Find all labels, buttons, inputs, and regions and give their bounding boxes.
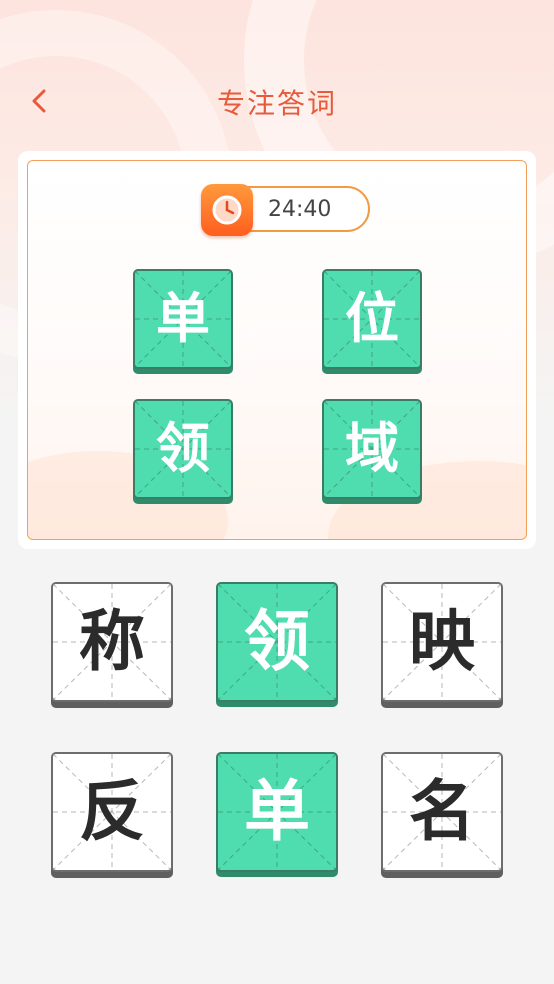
answer-card: 24:40 单 位 领 域 [18,151,536,549]
answer-slot-char: 单 [156,287,210,350]
choice-tile[interactable]: 领 [216,582,338,702]
choice-tile[interactable]: 单 [216,752,338,872]
choice-tile[interactable]: 反 [51,752,173,872]
timer: 24:40 [201,184,370,236]
choice-tile[interactable]: 名 [381,752,503,872]
answer-slot-char: 领 [156,417,210,480]
choice-char: 映 [409,603,475,680]
choice-tile[interactable]: 称 [51,582,173,702]
clock-icon [201,184,253,236]
choice-char: 反 [79,773,145,850]
answer-slot[interactable]: 域 [322,399,422,499]
answer-slot-char: 位 [345,287,399,350]
answer-slot[interactable]: 领 [133,399,233,499]
answer-slot[interactable]: 单 [133,269,233,369]
choice-char: 称 [79,603,145,680]
choice-tile[interactable]: 映 [381,582,503,702]
choice-char: 名 [409,773,475,850]
answer-slot[interactable]: 位 [322,269,422,369]
answer-slot-char: 域 [345,417,399,480]
header: 专注答词 [0,70,554,134]
answer-card-frame: 24:40 单 位 领 域 [27,160,527,540]
timer-value: 24:40 [268,197,332,222]
page-title: 专注答词 [216,87,337,120]
choice-char: 领 [244,603,310,680]
choice-char: 单 [244,773,310,850]
